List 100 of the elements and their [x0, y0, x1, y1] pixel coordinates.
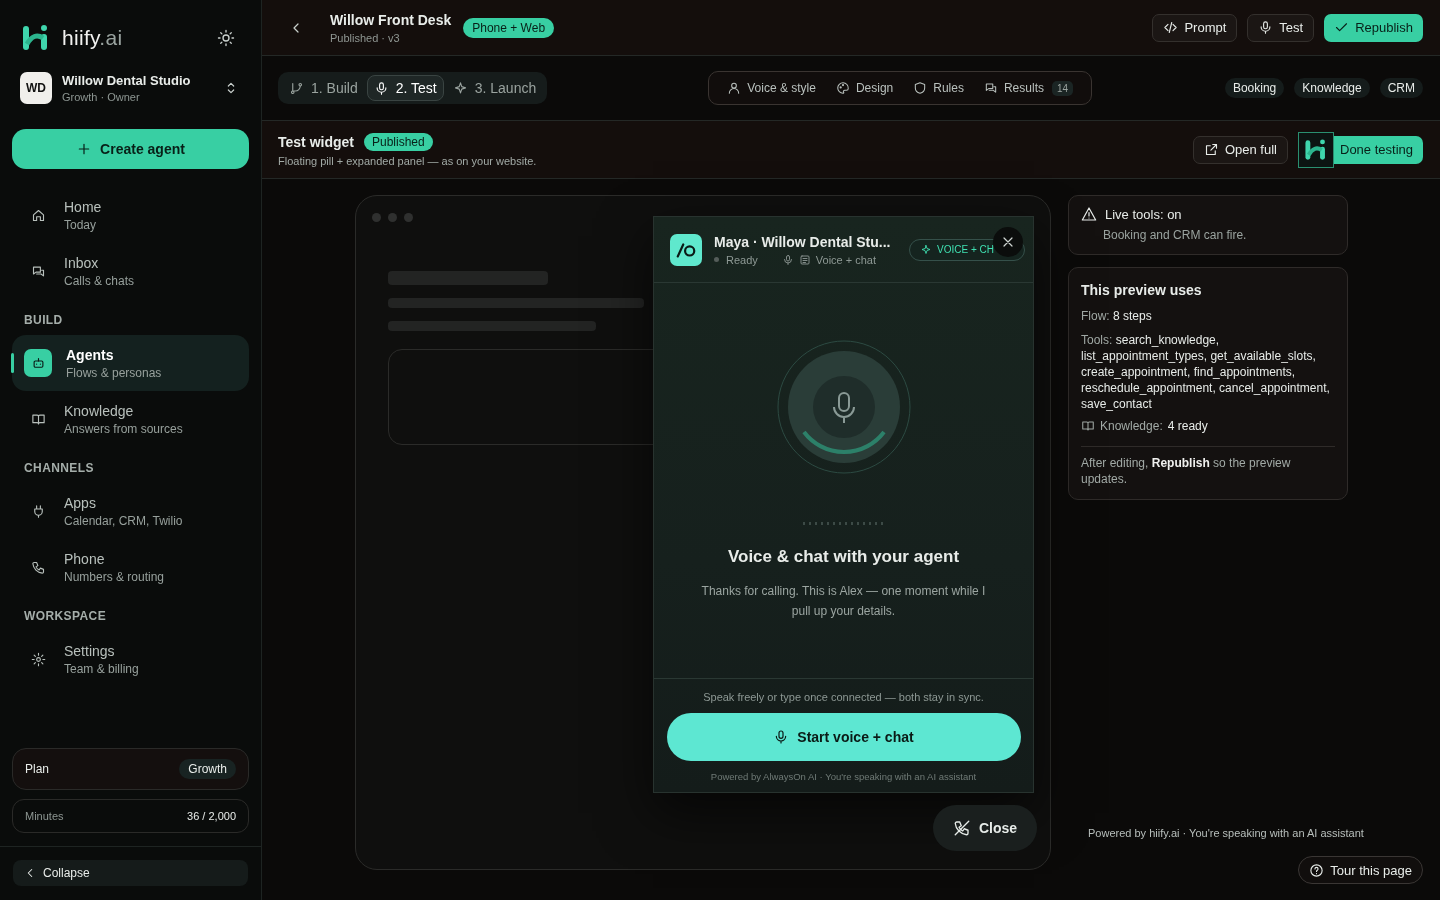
nav-item[interactable]: Home Today: [12, 187, 249, 243]
agent-logo-icon: [670, 233, 702, 266]
nav-section-title: CHANNELS: [23, 460, 95, 477]
step-tab[interactable]: 2. Test: [366, 75, 444, 101]
chat-bubbles-icon: [30, 263, 46, 279]
page-subtitle: Published · v3: [330, 31, 401, 44]
knowledge-value: 4 ready: [1167, 418, 1208, 434]
config-tab[interactable]: Design: [829, 81, 900, 95]
nav-item[interactable]: Settings Team & billing: [12, 631, 249, 687]
nav-sublabel: Answers from sources: [64, 421, 183, 436]
book-icon: [30, 411, 46, 427]
section-subtitle: Floating pill + expanded panel — as on your website.: [278, 154, 537, 167]
nav-sublabel: Calls & chats: [64, 273, 135, 288]
step-tab[interactable]: 3. Launch: [445, 75, 544, 101]
window-dot: [404, 213, 413, 222]
nav-sublabel: Team & billing: [64, 661, 139, 676]
status-badge: Published: [363, 132, 433, 151]
phone-off-icon: [953, 819, 971, 837]
close-widget-button[interactable]: Close: [933, 805, 1038, 851]
workspace-avatar: WD: [20, 72, 52, 104]
agent-name: Maya · Willow Dental Stu...: [714, 233, 892, 250]
header-button[interactable]: Prompt: [1152, 13, 1238, 42]
create-agent-button[interactable]: Create agent: [12, 129, 249, 169]
nav-label: Settings: [64, 642, 116, 659]
card-title: Live tools: on: [1105, 206, 1182, 222]
robot-icon: [30, 355, 46, 371]
integration-tag: Booking: [1224, 78, 1285, 98]
window-dot: [372, 213, 381, 222]
minutes-label: Minutes: [25, 810, 64, 822]
step-tab[interactable]: 1. Build: [282, 75, 365, 101]
nav-section-title: BUILD: [23, 312, 64, 329]
nav-sublabel: Flows & personas: [66, 365, 162, 380]
brand-name: hiify.ai: [62, 26, 123, 50]
minutes-value: 36 / 2,000: [187, 810, 236, 822]
config-tab[interactable]: Rules: [907, 81, 970, 95]
shield-icon: [913, 81, 928, 95]
nav-label: Home: [64, 198, 102, 215]
note-text: After editing, Republish so the preview updates.: [1081, 446, 1335, 487]
status-dot: [714, 257, 719, 262]
nav-item[interactable]: Knowledge Answers from sources: [12, 391, 249, 447]
text-lines-icon: [798, 253, 811, 266]
plan-label: Plan: [25, 762, 50, 776]
header-button[interactable]: Test: [1247, 13, 1315, 42]
chat-bubbles-icon: [983, 81, 998, 95]
tools-list-text: Tools: search_knowledge, list_appointment_types, get_available_slots, create_appointment, find_appointments, reschedule_appointment, cancel_appointment, save_contact: [1081, 332, 1331, 412]
knowledge-label: Knowledge:: [1100, 418, 1163, 434]
microphone-icon: [781, 253, 794, 266]
code-icon: [1163, 20, 1179, 35]
channel-badge: Phone + Web: [463, 17, 555, 38]
mode-text: Voice + chat: [815, 253, 877, 266]
active-indicator: [11, 353, 14, 373]
nav-sublabel: Calendar, CRM, Twilio: [64, 513, 183, 528]
branch-icon: [289, 80, 304, 96]
start-voice-chat-button[interactable]: Start voice + chat: [666, 713, 1021, 761]
nav-label: Phone: [64, 550, 106, 567]
powered-by-text: Powered by hiify.ai · You're speaking with an AI assistant: [1088, 826, 1364, 840]
phone-icon: [30, 559, 46, 575]
header-button[interactable]: Republish: [1324, 13, 1423, 42]
status-text: Ready: [726, 253, 758, 266]
close-button[interactable]: [993, 227, 1023, 257]
integration-tag: CRM: [1379, 78, 1423, 98]
external-link-icon: [1203, 142, 1219, 157]
config-tab[interactable]: Results 14: [977, 80, 1080, 96]
agent-message: Thanks for calling. This is Alex — one moment while I pull up your details.: [700, 583, 987, 620]
window-dot: [388, 213, 397, 222]
nav-section-title: WORKSPACE: [23, 608, 108, 625]
nav-item[interactable]: Agents Flows & personas: [12, 335, 249, 391]
card-text: Booking and CRM can fire.: [1103, 228, 1248, 242]
widget-heading: Voice & chat with your agent: [727, 547, 960, 567]
section-title: Test widget: [278, 133, 354, 150]
card-title: This preview uses: [1081, 282, 1203, 298]
palette-icon: [835, 81, 850, 95]
sun-icon: [217, 29, 235, 47]
tour-button[interactable]: Tour this page: [1298, 856, 1423, 884]
widget-footer-text: Powered by AlwaysOn AI · You're speaking with an AI assistant: [710, 771, 977, 782]
page-title: Willow Front Desk: [330, 11, 452, 28]
warning-icon: [1081, 206, 1097, 222]
workspace-name: Willow Dental Studio: [62, 73, 192, 88]
workspace-role: Growth · Owner: [62, 91, 141, 103]
nav-item[interactable]: Apps Calendar, CRM, Twilio: [12, 483, 249, 539]
nav-label: Inbox: [64, 254, 100, 271]
book-icon: [1081, 419, 1095, 433]
integration-tag: Knowledge: [1294, 78, 1370, 98]
nav-label: Knowledge: [64, 402, 135, 419]
nav-label: Agents: [66, 346, 115, 363]
person-icon: [727, 81, 742, 95]
nav-sublabel: Today: [64, 217, 98, 232]
nav-item[interactable]: Inbox Calls & chats: [12, 243, 249, 299]
config-tab[interactable]: Voice & style: [721, 81, 822, 95]
open-full-button[interactable]: Open full: [1192, 135, 1288, 164]
sparkle-icon: [920, 243, 933, 256]
nav-sublabel: Numbers & routing: [64, 569, 165, 584]
collapse-button[interactable]: Collapse: [13, 860, 248, 886]
hint-text: Speak freely or type once connected — both stay in sync.: [703, 691, 984, 703]
flow-label: Flow:: [1081, 309, 1110, 323]
theme-toggle-button[interactable]: [215, 27, 237, 49]
nav-item[interactable]: Phone Numbers & routing: [12, 539, 249, 595]
flow-value: 8 steps: [1113, 309, 1152, 323]
plan-badge: Growth: [179, 759, 236, 779]
nav-label: Apps: [64, 494, 97, 511]
